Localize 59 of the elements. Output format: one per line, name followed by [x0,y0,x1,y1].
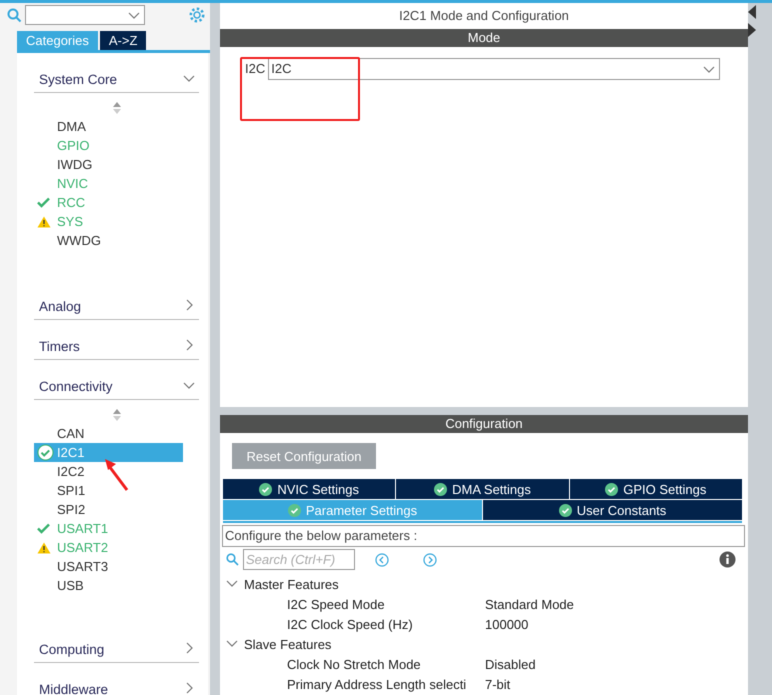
category-header[interactable]: System Core [39,72,118,86]
field-label: I2C [245,60,266,78]
scroll-arrows-icon[interactable] [112,409,120,421]
peripheral-item[interactable]: WWDG [34,231,183,250]
settings-tab[interactable]: GPIO Settings [570,479,742,500]
annotation-arrow [103,458,129,492]
mode-select[interactable]: I2C [268,58,720,80]
parameter-value: Disabled [485,657,536,672]
category-header[interactable]: Connectivity [39,378,113,394]
settings-tab[interactable]: DMA Settings [396,479,569,500]
peripheral-item[interactable]: SPI1 [34,481,183,500]
category-header[interactable]: Timers [39,338,80,354]
expand-right-icon[interactable] [748,23,756,37]
peripheral-item[interactable]: SPI2 [34,500,183,519]
next-icon[interactable] [423,552,437,567]
view-tab[interactable]: A->Z [100,31,146,50]
parameter-search-field[interactable]: Search (Ctrl+F) [243,549,355,570]
check-circle-icon [434,482,448,496]
search-field[interactable] [25,5,145,25]
scroll-arrows-icon[interactable] [112,102,120,114]
parameter-value: Standard Mode [485,597,574,612]
group-label: Slave Features [244,637,332,652]
search-icon[interactable] [7,8,22,22]
check-circle-icon [259,482,272,496]
configuration-header: Configuration [220,415,748,434]
category-header[interactable]: Computing [39,642,104,656]
parameter-value: 7-bit [485,677,510,692]
check-icon [37,523,50,534]
peripheral-item[interactable]: IWDG [34,155,183,174]
parameter-value: 100000 [485,617,528,632]
peripheral-item[interactable]: I2C2 [34,462,183,481]
check-icon [37,197,50,208]
settings-icon[interactable] [188,6,206,24]
peripheral-item[interactable]: CAN [34,424,183,443]
settings-tab[interactable]: NVIC Settings [223,479,396,500]
mode-header: Mode [220,28,748,47]
warning-icon [37,216,51,228]
parameter-name: I2C Clock Speed (Hz) [287,617,414,632]
info-icon[interactable] [719,551,736,568]
peripheral-item[interactable]: USART3 [34,557,183,576]
previous-icon[interactable] [375,552,389,567]
check-circle-icon [558,504,572,517]
category-header[interactable]: Analog [39,298,82,314]
description-text: Configure the below parameters : [222,525,745,548]
check-circle-icon [37,444,54,461]
category-header[interactable]: Middleware [39,682,108,695]
window-title: I2C1 Mode and Configuration [398,7,570,26]
parameter-name: Clock No Stretch Mode [287,657,422,672]
settings-tab[interactable]: User Constants [483,500,742,520]
collapse-left-icon[interactable] [748,5,756,19]
peripheral-item[interactable]: USB [34,576,183,595]
parameter-name: I2C Speed Mode [287,597,386,612]
warning-icon [37,542,51,554]
group-label: Master Features [244,577,339,592]
search-icon [226,553,239,566]
parameter-name: Primary Address Length selecti [287,677,468,692]
check-circle-icon [605,482,618,496]
peripheral-item[interactable]: DMA [34,117,183,136]
check-circle-icon [288,504,301,517]
